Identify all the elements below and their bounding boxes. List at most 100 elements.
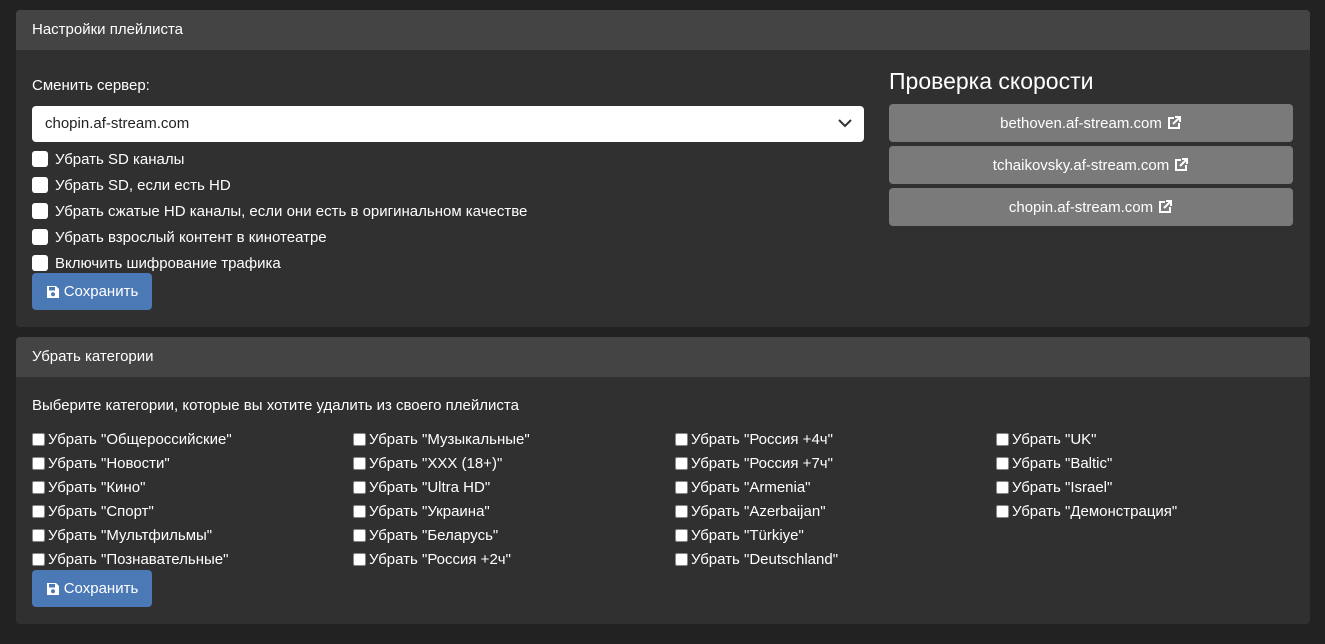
checkbox[interactable] — [996, 504, 1009, 518]
save-button-label: Сохранить — [63, 580, 139, 597]
category-item[interactable]: Убрать "Кино" — [32, 475, 232, 499]
checkbox[interactable] — [675, 504, 688, 518]
checkbox[interactable] — [675, 456, 688, 470]
category-item[interactable]: Убрать "Россия +2ч" — [353, 547, 530, 571]
checkbox[interactable] — [996, 456, 1009, 470]
speed-test-link-label: chopin.af-stream.com — [1008, 198, 1154, 216]
checkbox[interactable] — [32, 528, 45, 542]
checkbox[interactable] — [32, 504, 45, 518]
category-label: Убрать "Кино" — [48, 478, 146, 496]
option-label: Убрать взрослый контент в кинотеатре — [55, 228, 327, 246]
category-label: Убрать "Armenia" — [691, 478, 811, 496]
checkbox[interactable] — [996, 480, 1009, 494]
category-label: Убрать "Россия +7ч" — [691, 454, 833, 472]
checkbox[interactable] — [32, 456, 45, 470]
category-item[interactable]: Убрать "Музыкальные" — [353, 427, 530, 451]
speed-test-link-bethoven[interactable]: bethoven.af-stream.com — [889, 104, 1293, 142]
remove-categories-header: Убрать категории — [16, 337, 1310, 377]
checkbox[interactable] — [32, 177, 48, 193]
category-item[interactable]: Убрать "XXX (18+)" — [353, 451, 530, 475]
category-label: Убрать "Новости" — [48, 454, 170, 472]
category-item[interactable]: Убрать "Israel" — [996, 475, 1177, 499]
option-label: Убрать SD каналы — [55, 150, 185, 168]
checkbox[interactable] — [675, 432, 688, 446]
category-item[interactable]: Убрать "Спорт" — [32, 499, 232, 523]
chevron-down-icon — [838, 119, 852, 128]
category-label: Убрать "Israel" — [1012, 478, 1113, 496]
category-label: Убрать "Ultra HD" — [369, 478, 491, 496]
category-column: Убрать "Россия +4ч" Убрать "Россия +7ч" … — [675, 427, 838, 571]
speed-test-link-label: tchaikovsky.af-stream.com — [992, 156, 1170, 174]
checkbox[interactable] — [353, 480, 366, 494]
checkbox[interactable] — [675, 552, 688, 566]
speed-test-link-label: bethoven.af-stream.com — [1000, 114, 1162, 132]
category-label: Убрать "Deutschland" — [691, 550, 839, 568]
checkbox[interactable] — [32, 432, 45, 446]
checkbox[interactable] — [675, 480, 688, 494]
category-label: Убрать "UK" — [1012, 430, 1097, 448]
save-categories-button[interactable]: Сохранить — [32, 570, 152, 607]
server-label: Сменить сервер: — [32, 77, 150, 94]
category-label: Убрать "Украина" — [369, 502, 490, 520]
category-item[interactable]: Убрать "Россия +7ч" — [675, 451, 838, 475]
checkbox[interactable] — [32, 203, 48, 219]
floppy-disk-icon — [46, 285, 59, 298]
checkbox[interactable] — [32, 552, 45, 566]
category-item[interactable]: Убрать "Беларусь" — [353, 523, 530, 547]
checkbox[interactable] — [353, 432, 366, 446]
playlist-options: Убрать SD каналы Убрать SD, если есть HD… — [32, 146, 527, 276]
category-item[interactable]: Убрать "Украина" — [353, 499, 530, 523]
floppy-disk-icon — [46, 582, 59, 595]
option-remove-adult[interactable]: Убрать взрослый контент в кинотеатре — [32, 224, 527, 250]
category-label: Убрать "Демонстрация" — [1012, 502, 1178, 520]
category-column: Убрать "UK" Убрать "Baltic" Убрать "Isra… — [996, 427, 1177, 523]
checkbox[interactable] — [353, 552, 366, 566]
option-remove-sd[interactable]: Убрать SD каналы — [32, 146, 527, 172]
category-item[interactable]: Убрать "UK" — [996, 427, 1177, 451]
category-item[interactable]: Убрать "Ultra HD" — [353, 475, 530, 499]
category-label: Убрать "Россия +2ч" — [369, 550, 511, 568]
checkbox[interactable] — [353, 528, 366, 542]
category-item[interactable]: Убрать "Armenia" — [675, 475, 838, 499]
checkbox[interactable] — [32, 151, 48, 167]
category-label: Убрать "Türkiye" — [691, 526, 804, 544]
category-column: Убрать "Музыкальные" Убрать "XXX (18+)" … — [353, 427, 530, 571]
speed-test-title: Проверка скорости — [889, 68, 1094, 94]
category-item[interactable]: Убрать "Демонстрация" — [996, 499, 1177, 523]
external-link-icon — [1167, 116, 1181, 129]
playlist-settings-card: Настройки плейлиста Сменить сервер: chop… — [16, 10, 1310, 327]
checkbox[interactable] — [32, 255, 48, 271]
category-item[interactable]: Убрать "Deutschland" — [675, 547, 838, 571]
option-label: Убрать SD, если есть HD — [55, 176, 231, 194]
category-item[interactable]: Убрать "Познавательные" — [32, 547, 232, 571]
categories-description: Выберите категории, которые вы хотите уд… — [32, 397, 519, 414]
speed-test-link-chopin[interactable]: chopin.af-stream.com — [889, 188, 1293, 226]
option-remove-sd-if-hd[interactable]: Убрать SD, если есть HD — [32, 172, 527, 198]
checkbox[interactable] — [32, 480, 45, 494]
category-item[interactable]: Убрать "Türkiye" — [675, 523, 838, 547]
category-item[interactable]: Убрать "Baltic" — [996, 451, 1177, 475]
checkbox[interactable] — [675, 528, 688, 542]
checkbox[interactable] — [353, 456, 366, 470]
option-label: Включить шифрование трафика — [55, 254, 281, 272]
category-label: Убрать "Музыкальные" — [369, 430, 530, 448]
option-remove-compressed-hd[interactable]: Убрать сжатые HD каналы, если они есть в… — [32, 198, 527, 224]
checkbox[interactable] — [996, 432, 1009, 446]
category-item[interactable]: Убрать "Мультфильмы" — [32, 523, 232, 547]
category-label: Убрать "Azerbaijan" — [691, 502, 826, 520]
server-select[interactable]: chopin.af-stream.com — [32, 106, 864, 142]
save-settings-button[interactable]: Сохранить — [32, 273, 152, 310]
category-label: Убрать "Спорт" — [48, 502, 154, 520]
checkbox[interactable] — [32, 229, 48, 245]
category-label: Убрать "Россия +4ч" — [691, 430, 833, 448]
speed-test-link-tchaikovsky[interactable]: tchaikovsky.af-stream.com — [889, 146, 1293, 184]
external-link-icon — [1159, 200, 1173, 213]
category-label: Убрать "Мультфильмы" — [48, 526, 213, 544]
remove-categories-card: Убрать категории Выберите категории, кот… — [16, 337, 1310, 624]
category-item[interactable]: Убрать "Новости" — [32, 451, 232, 475]
category-item[interactable]: Убрать "Azerbaijan" — [675, 499, 838, 523]
category-column: Убрать "Общероссийские" Убрать "Новости"… — [32, 427, 232, 571]
category-item[interactable]: Убрать "Россия +4ч" — [675, 427, 838, 451]
checkbox[interactable] — [353, 504, 366, 518]
category-item[interactable]: Убрать "Общероссийские" — [32, 427, 232, 451]
